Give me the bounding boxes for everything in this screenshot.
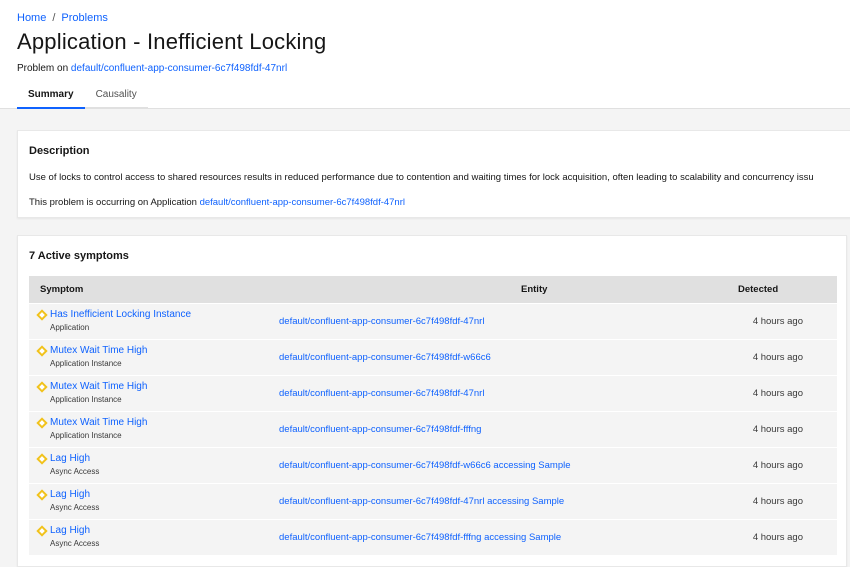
subtitle-entity-link[interactable]: default/confluent-app-consumer-6c7f498fd… xyxy=(71,63,287,74)
entity-cell: default/confluent-app-consumer-6c7f498fd… xyxy=(269,519,727,555)
symptom-link[interactable]: Lag High xyxy=(50,452,99,465)
entity-cell: default/confluent-app-consumer-6c7f498fd… xyxy=(269,303,727,339)
table-row: Mutex Wait Time High Application Instance… xyxy=(29,375,837,411)
symptom-type: Application Instance xyxy=(50,359,122,368)
detected-cell: 4 hours ago xyxy=(752,351,803,363)
warning-diamond-icon xyxy=(36,453,48,465)
symptom-cell: Mutex Wait Time High Application Instance xyxy=(29,411,269,447)
entity-cell: default/confluent-app-consumer-6c7f498fd… xyxy=(269,411,727,447)
symptom-link[interactable]: Has Inefficient Locking Instance xyxy=(50,308,191,321)
warning-diamond-icon xyxy=(36,525,48,537)
subtitle-prefix: Problem on xyxy=(17,63,69,74)
symptom-type: Async Access xyxy=(50,467,100,476)
tab-list: Summary Causality xyxy=(17,83,148,109)
table-row: Has Inefficient Locking Instance Applicat… xyxy=(29,303,837,339)
entity-link[interactable]: default/confluent-app-consumer-6c7f498fd… xyxy=(279,388,484,399)
warning-diamond-icon xyxy=(36,345,48,357)
column-header-entity[interactable]: Entity xyxy=(269,276,727,303)
symptom-type: Application xyxy=(50,323,90,332)
breadcrumb-problems-link[interactable]: Problems xyxy=(61,12,107,24)
occurring-entity-link[interactable]: default/confluent-app-consumer-6c7f498fd… xyxy=(200,197,405,208)
entity-link[interactable]: default/confluent-app-consumer-6c7f498fd… xyxy=(279,496,564,507)
table-row: Lag High Async Access default/confluent-a… xyxy=(29,447,837,483)
entity-link[interactable]: default/confluent-app-consumer-6c7f498fd… xyxy=(279,352,491,363)
symptom-type: Async Access xyxy=(50,503,100,512)
table-row: Lag High Async Access default/confluent-a… xyxy=(29,483,837,519)
occurring-prefix: This problem is occurring on Application xyxy=(29,197,197,208)
table-row: Lag High Async Access default/confluent-a… xyxy=(29,519,837,555)
symptom-cell: Lag High Async Access xyxy=(29,447,269,483)
detected-cell: 4 hours ago xyxy=(752,387,803,399)
page-header: Home / Problems Application - Inefficien… xyxy=(0,0,850,109)
symptoms-heading: 7 Active symptoms xyxy=(29,250,129,262)
detected-cell: 4 hours ago xyxy=(752,459,803,471)
column-header-symptom[interactable]: Symptom xyxy=(29,276,269,303)
table-row: Mutex Wait Time High Application Instance… xyxy=(29,411,837,447)
detected-cell: 4 hours ago xyxy=(752,423,803,435)
warning-diamond-icon xyxy=(36,417,48,429)
entity-cell: default/confluent-app-consumer-6c7f498fd… xyxy=(269,447,727,483)
detected-cell: 4 hours ago xyxy=(752,495,803,507)
symptom-link[interactable]: Mutex Wait Time High xyxy=(50,416,147,429)
entity-link[interactable]: default/confluent-app-consumer-6c7f498fd… xyxy=(279,424,481,435)
table-row: Mutex Wait Time High Application Instance… xyxy=(29,339,837,375)
description-card: Description Use of locks to control acce… xyxy=(17,130,850,218)
tab-causality[interactable]: Causality xyxy=(84,83,148,109)
detected-cell: 4 hours ago xyxy=(752,531,803,543)
entity-cell: default/confluent-app-consumer-6c7f498fd… xyxy=(269,375,727,411)
column-header-detected[interactable]: Detected xyxy=(727,276,837,303)
entity-link[interactable]: default/confluent-app-consumer-6c7f498fd… xyxy=(279,460,571,471)
symptom-type: Application Instance xyxy=(50,395,122,404)
tab-summary[interactable]: Summary xyxy=(17,83,85,109)
symptoms-card: 7 Active symptoms Symptom Entity Detecte… xyxy=(17,235,847,567)
symptom-type: Application Instance xyxy=(50,431,122,440)
description-text: Use of locks to control access to shared… xyxy=(29,172,814,183)
entity-cell: default/confluent-app-consumer-6c7f498fd… xyxy=(269,339,727,375)
detected-cell: 4 hours ago xyxy=(752,315,803,327)
warning-diamond-icon xyxy=(36,381,48,393)
warning-diamond-icon xyxy=(36,309,48,321)
page-subtitle: Problem on default/confluent-app-consume… xyxy=(17,63,287,74)
entity-cell: default/confluent-app-consumer-6c7f498fd… xyxy=(269,483,727,519)
symptom-cell: Mutex Wait Time High Application Instance xyxy=(29,339,269,375)
entity-link[interactable]: default/confluent-app-consumer-6c7f498fd… xyxy=(279,316,484,327)
symptom-link[interactable]: Mutex Wait Time High xyxy=(50,344,147,357)
entity-link[interactable]: default/confluent-app-consumer-6c7f498fd… xyxy=(279,532,561,543)
table-header-row: Symptom Entity Detected xyxy=(29,276,837,303)
symptom-link[interactable]: Mutex Wait Time High xyxy=(50,380,147,393)
symptom-cell: Lag High Async Access xyxy=(29,483,269,519)
page-title: Application - Inefficient Locking xyxy=(17,29,327,54)
breadcrumb-separator: / xyxy=(52,12,56,24)
warning-diamond-icon xyxy=(36,489,48,501)
symptom-cell: Has Inefficient Locking Instance Applicat… xyxy=(29,303,269,339)
symptom-type: Async Access xyxy=(50,539,100,549)
breadcrumb-home-link[interactable]: Home xyxy=(17,12,46,24)
description-heading: Description xyxy=(29,145,90,157)
symptom-cell: Lag High Async Access xyxy=(29,519,269,555)
symptoms-table: Symptom Entity Detected Has Inefficient … xyxy=(29,276,837,555)
symptom-cell: Mutex Wait Time High Application Instance xyxy=(29,375,269,411)
symptom-link[interactable]: Lag High xyxy=(50,488,99,501)
symptom-link[interactable]: Lag High xyxy=(50,524,99,537)
breadcrumb: Home / Problems xyxy=(17,12,108,24)
description-occurring: This problem is occurring on Application… xyxy=(29,197,405,208)
